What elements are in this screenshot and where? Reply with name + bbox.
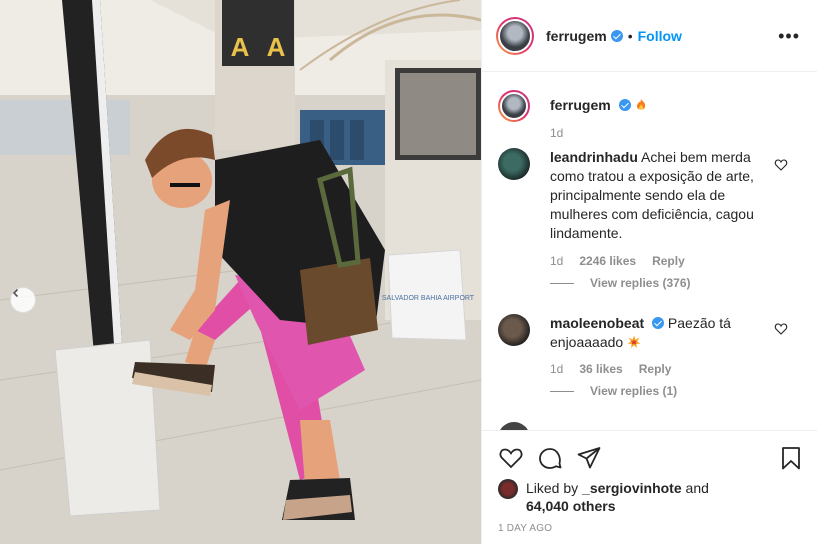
collision-emoji [627,335,641,348]
commenter-avatar[interactable] [498,422,530,430]
banner-text: SALVADOR BAHIA AIRPORT [382,295,475,302]
bookmark-icon[interactable] [778,445,804,471]
comment-item: leandrinhadu Achei bem merda como tratou… [498,148,798,290]
reply-button[interactable]: Reply [639,362,672,376]
post-side-panel: ferrugem • Follow ••• ferrugem 1d leandr… [481,0,817,544]
liked-by-user[interactable]: _sergiovinhote [582,480,682,496]
author-username[interactable]: ferrugem [546,28,607,44]
post-header: ferrugem • Follow ••• [482,0,817,72]
checkin-sign-left: A [231,32,250,62]
more-options-icon[interactable]: ••• [778,26,800,47]
share-icon[interactable] [576,445,602,471]
comment-username[interactable]: leandrinhadu [550,149,638,165]
caption-time: 1d [550,126,564,140]
liked-by-avatar[interactable] [498,479,518,499]
post-actions: Liked by _sergiovinhote and 64,040 other… [482,430,817,544]
author-avatar[interactable] [496,16,534,55]
fire-emoji [637,99,646,110]
comments-list[interactable]: ferrugem 1d leandrinhadu Achei bem merda… [482,72,817,430]
caption: ferrugem 1d [498,90,798,144]
comment-time: 1d [550,362,564,376]
comment-likes[interactable]: 2246 likes [579,254,636,268]
liked-by-and: and [685,480,709,496]
liked-by-summary: Liked by _sergiovinhote and 64,040 other… [498,479,766,515]
comment-time: 1d [550,254,564,268]
checkin-sign-right: A [267,32,286,62]
comment-item: maoleenobeat Paezão tá enjoaaaado 1d 36 … [498,314,798,414]
follow-button[interactable]: Follow [638,28,682,44]
reply-button[interactable]: Reply [652,254,685,268]
post-timestamp[interactable]: 1 DAY AGO [498,523,552,534]
comment-username[interactable]: maoleenobeat [550,315,644,331]
comment-like-heart-icon[interactable] [774,322,788,336]
comment-likes[interactable]: 36 likes [579,362,622,376]
verified-icon [618,99,631,111]
comment-icon[interactable] [537,445,563,471]
likes-count[interactable]: 64,040 others [526,498,616,514]
heart-icon[interactable] [498,445,524,471]
airport-photo-illustration: A A SALVADOR BAHIA AIRPORT [0,0,481,544]
commenter-avatar[interactable] [498,148,530,180]
carousel-prev-button[interactable] [10,287,36,313]
liked-by-prefix: Liked by [526,480,579,496]
caption-username[interactable]: ferrugem [550,97,611,113]
view-replies-button[interactable]: View replies (1) [550,384,677,398]
comment-like-heart-icon[interactable] [774,158,788,172]
chevron-left-icon [12,288,19,298]
header-separator: • [627,27,633,44]
commenter-avatar[interactable] [498,314,530,346]
view-replies-button[interactable]: View replies (376) [550,276,691,290]
verified-icon [610,29,623,42]
caption-avatar[interactable] [498,90,530,122]
verified-icon [652,317,665,329]
post-photo[interactable]: A A SALVADOR BAHIA AIRPORT [0,0,481,544]
